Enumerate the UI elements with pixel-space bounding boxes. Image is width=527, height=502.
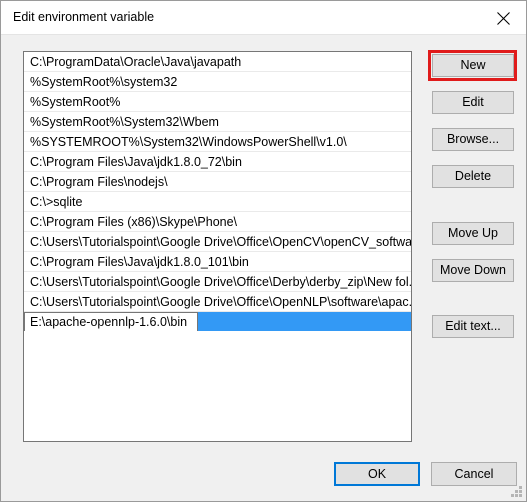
- move-up-button[interactable]: Move Up: [432, 222, 514, 245]
- ok-button[interactable]: OK: [334, 462, 420, 486]
- cancel-button[interactable]: Cancel: [431, 462, 517, 486]
- list-item[interactable]: C:\Users\Tutorialspoint\Google Drive\Off…: [24, 232, 411, 252]
- close-button[interactable]: [481, 1, 526, 33]
- list-item[interactable]: C:\ProgramData\Oracle\Java\javapath: [24, 52, 411, 72]
- edit-text-button[interactable]: Edit text...: [432, 315, 514, 338]
- new-button[interactable]: New: [432, 54, 514, 77]
- list-item[interactable]: C:\Users\Tutorialspoint\Google Drive\Off…: [24, 272, 411, 292]
- list-item[interactable]: C:\>sqlite: [24, 192, 411, 212]
- move-down-button[interactable]: Move Down: [432, 259, 514, 282]
- edit-environment-variable-dialog: Edit environment variable C:\ProgramData…: [0, 0, 527, 502]
- list-item[interactable]: %SYSTEMROOT%\System32\WindowsPowerShell\…: [24, 132, 411, 152]
- path-list[interactable]: C:\ProgramData\Oracle\Java\javapath %Sys…: [23, 51, 412, 442]
- list-item[interactable]: C:\Program Files\nodejs\: [24, 172, 411, 192]
- delete-button[interactable]: Delete: [432, 165, 514, 188]
- browse-button[interactable]: Browse...: [432, 128, 514, 151]
- list-item[interactable]: %SystemRoot%: [24, 92, 411, 112]
- page-title: Edit environment variable: [13, 10, 155, 24]
- list-item[interactable]: %SystemRoot%\system32: [24, 72, 411, 92]
- list-item[interactable]: C:\Program Files (x86)\Skype\Phone\: [24, 212, 411, 232]
- edit-button[interactable]: Edit: [432, 91, 514, 114]
- resize-grip[interactable]: [510, 485, 522, 497]
- list-empty-area: [24, 332, 411, 432]
- list-item[interactable]: C:\Program Files\Java\jdk1.8.0_72\bin: [24, 152, 411, 172]
- list-item[interactable]: C:\Program Files\Java\jdk1.8.0_101\bin: [24, 252, 411, 272]
- list-item[interactable]: C:\Users\Tutorialspoint\Google Drive\Off…: [24, 292, 411, 312]
- list-item[interactable]: %SystemRoot%\System32\Wbem: [24, 112, 411, 132]
- title-bar: Edit environment variable: [1, 1, 526, 35]
- list-item-editing[interactable]: [24, 312, 411, 332]
- path-edit-input[interactable]: [24, 312, 198, 331]
